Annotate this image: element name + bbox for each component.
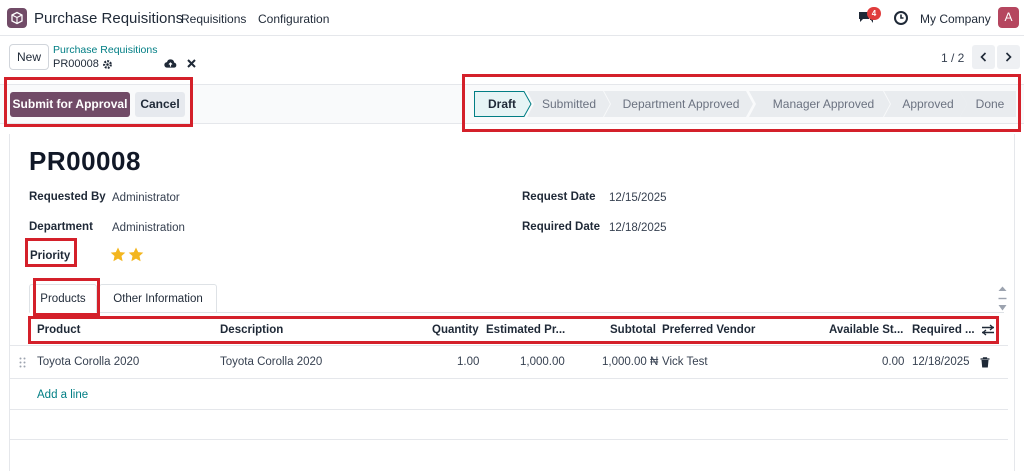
- priority-star-icon[interactable]: [128, 247, 144, 262]
- breadcrumb-current: PR00008: [53, 58, 99, 70]
- highlight-products-tab: [33, 278, 100, 316]
- new-button[interactable]: New: [9, 44, 49, 70]
- highlight-table-header: [28, 316, 999, 344]
- add-line-link[interactable]: Add a line: [37, 389, 88, 401]
- breadcrumb-parent[interactable]: Purchase Requisitions: [53, 44, 157, 56]
- cell-quantity[interactable]: 1.00: [457, 356, 479, 368]
- chat-badge: 4: [867, 7, 881, 20]
- menu-configuration[interactable]: Configuration: [258, 12, 329, 26]
- row-divider: [9, 378, 1008, 379]
- requested-by-label: Requested By: [29, 191, 106, 203]
- department-label: Department: [29, 221, 93, 233]
- top-navbar: Purchase Requisitions Requisitions Confi…: [0, 0, 1024, 36]
- chevron-right-icon: [1005, 52, 1012, 62]
- requested-by-field[interactable]: Administrator: [112, 192, 180, 204]
- department-field[interactable]: Administration: [112, 222, 185, 234]
- pager-value: 1 / 2: [941, 51, 965, 65]
- cloud-save-icon[interactable]: [164, 58, 177, 69]
- company-switcher[interactable]: My Company: [920, 12, 991, 26]
- chevron-left-icon: [980, 52, 987, 62]
- scroll-arrows-icon[interactable]: [997, 285, 1008, 313]
- cell-subtotal: 1,000.00 ₦: [602, 356, 659, 368]
- app-name[interactable]: Purchase Requisitions: [34, 10, 183, 27]
- record-title: PR00008: [29, 146, 141, 176]
- pager-previous-button[interactable]: [972, 45, 995, 69]
- cell-product[interactable]: Toyota Corolla 2020: [37, 356, 139, 368]
- required-date-field[interactable]: 12/18/2025: [609, 222, 667, 234]
- tab-other-information[interactable]: Other Information: [99, 284, 217, 313]
- pager-next-button[interactable]: [997, 45, 1020, 69]
- required-date-label: Required Date: [522, 221, 600, 233]
- request-date-field[interactable]: 12/15/2025: [609, 192, 667, 204]
- priority-star-icon[interactable]: [110, 247, 126, 262]
- gear-icon[interactable]: [102, 59, 113, 70]
- cell-available-stock: 0.00: [882, 356, 905, 368]
- cell-vendor[interactable]: Vick Test: [662, 356, 708, 368]
- highlight-status-stages: [462, 74, 1021, 132]
- row-divider: [9, 409, 1008, 410]
- request-date-label: Request Date: [522, 191, 596, 203]
- user-avatar[interactable]: A: [998, 7, 1019, 28]
- trash-icon[interactable]: [980, 357, 990, 368]
- drag-handle-icon[interactable]: [19, 357, 26, 368]
- cell-description[interactable]: Toyota Corolla 2020: [220, 356, 322, 368]
- row-divider: [9, 439, 1008, 440]
- cell-required-date[interactable]: 12/18/2025: [912, 356, 970, 368]
- highlight-priority: [25, 238, 77, 267]
- cell-estimated-price[interactable]: 1,000.00: [520, 356, 565, 368]
- discard-close-icon[interactable]: [186, 58, 197, 69]
- purchase-app-icon[interactable]: [7, 8, 27, 28]
- menu-requisitions[interactable]: Requisitions: [181, 12, 246, 26]
- header-divider: [9, 345, 1008, 346]
- highlight-action-buttons: [4, 77, 193, 127]
- activity-clock-icon[interactable]: [893, 10, 909, 26]
